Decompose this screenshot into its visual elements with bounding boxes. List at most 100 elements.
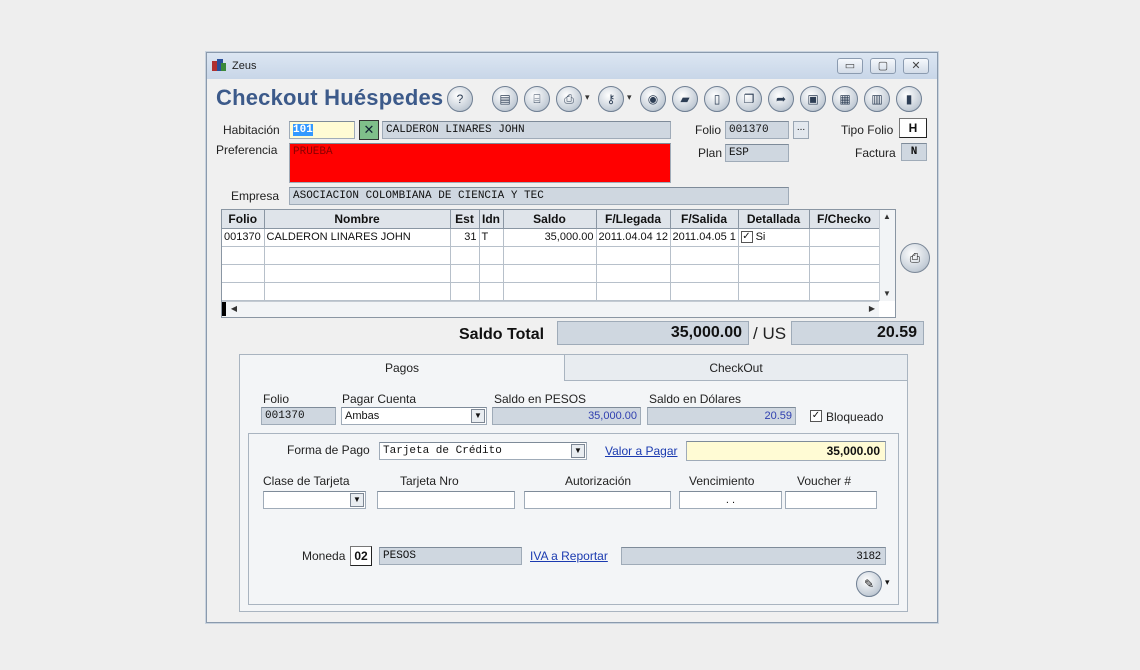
voucher-input[interactable]	[785, 491, 877, 509]
chevron-down-icon[interactable]: ▼	[471, 409, 485, 423]
room-lookup-icon[interactable]: ✕	[359, 120, 379, 140]
detallada-checkbox[interactable]: ✓	[740, 231, 753, 244]
scroll-right-icon[interactable]: ▶	[865, 302, 879, 316]
plan-field: ESP	[725, 144, 789, 162]
guest-name-field: CALDERON LINARES JOHN	[382, 121, 671, 139]
tab-pagos[interactable]: Pagos	[240, 355, 565, 381]
help-button[interactable]: ?	[447, 86, 473, 112]
preferencia-label: Preferencia	[216, 143, 278, 157]
column-header[interactable]: Detallada	[738, 210, 810, 229]
chevron-down-icon[interactable]: ▼	[350, 493, 364, 507]
document-icon[interactable]: ▥	[864, 86, 890, 112]
page-title: Checkout Huéspedes	[216, 85, 444, 110]
table-row[interactable]: 001370 CALDERON LINARES JOHN 31 T 35,000…	[222, 228, 880, 247]
grid-vertical-scrollbar[interactable]: ▲ ▼	[879, 210, 895, 301]
column-header[interactable]: Idn	[479, 210, 504, 229]
card-icon[interactable]: ▯	[704, 86, 730, 112]
folio-field: 001370	[725, 121, 789, 139]
valor-pagar-link[interactable]: Valor a Pagar	[605, 444, 678, 458]
saldo-total-pesos: 35,000.00	[557, 321, 749, 345]
table-cell: CALDERON LINARES JOHN	[264, 228, 451, 247]
table-cell: 2011.04.04 12	[596, 228, 671, 247]
print-grid-button[interactable]: ⎙	[900, 243, 930, 273]
tipo-folio-label: Tipo Folio	[841, 123, 894, 137]
list-icon[interactable]: ▤	[492, 86, 518, 112]
scroll-up-icon[interactable]: ▲	[880, 210, 894, 224]
column-header[interactable]: Saldo	[503, 210, 597, 229]
saldo-pesos-field: 35,000.00	[492, 407, 641, 425]
record-icon[interactable]: ◉	[640, 86, 666, 112]
voucher-label: Voucher #	[797, 474, 852, 488]
iva-reportar-link[interactable]: IVA a Reportar	[530, 549, 608, 563]
payment-details-panel: Forma de Pago Tarjeta de Crédito ▼ Valor…	[248, 433, 899, 605]
table-row[interactable]	[222, 282, 880, 301]
habitacion-input[interactable]: 101	[289, 121, 355, 139]
print-icon[interactable]: ⎙	[556, 86, 582, 112]
table-cell[interactable]: ✓ Si	[738, 228, 810, 247]
folder-open-icon[interactable]: ⌸	[524, 86, 550, 112]
column-header[interactable]: Folio	[222, 210, 265, 229]
table-row[interactable]	[222, 264, 880, 283]
plan-label: Plan	[698, 146, 723, 160]
exit-icon[interactable]: ▮	[896, 86, 922, 112]
column-header[interactable]: F/Llegada	[596, 210, 671, 229]
table-header-row: Folio Nombre Est Idn Saldo F/Llegada F/S…	[222, 210, 880, 229]
table-cell: T	[479, 228, 504, 247]
print-menu-arrow-icon[interactable]: ▾	[585, 92, 590, 103]
close-button[interactable]: ✕	[903, 58, 929, 74]
scroll-left-icon[interactable]: ◀	[227, 302, 241, 316]
currency-separator: / US	[753, 324, 787, 343]
key-icon[interactable]: ⚷	[598, 86, 624, 112]
maximize-button[interactable]: ▢	[870, 58, 896, 74]
moneda-name-field: PESOS	[379, 547, 522, 565]
bookmark-icon[interactable]: ▰	[672, 86, 698, 112]
saldo-total-label: Saldo Total	[459, 326, 545, 343]
habitacion-label: Habitación	[223, 123, 280, 137]
pagos-folio-field: 001370	[261, 407, 336, 425]
pagos-folio-label: Folio	[263, 392, 290, 406]
factura-field[interactable]: N	[901, 143, 927, 161]
table-cell: 2011.04.05 1	[670, 228, 739, 247]
table-row[interactable]	[222, 246, 880, 265]
grid-horizontal-scrollbar[interactable]: ◀ ▶	[222, 301, 879, 317]
pagar-cuenta-label: Pagar Cuenta	[342, 392, 417, 406]
forma-pago-select[interactable]: Tarjeta de Crédito	[379, 442, 587, 460]
chevron-down-icon[interactable]: ▼	[571, 444, 585, 458]
clase-tarjeta-label: Clase de Tarjeta	[263, 474, 350, 488]
edit-icon: ✎	[863, 577, 875, 591]
edit-menu-arrow-icon[interactable]: ▾	[885, 577, 890, 588]
scroll-down-icon[interactable]: ▼	[880, 287, 894, 301]
title-bar: Zeus ▭ ▢ ✕	[207, 53, 937, 79]
autorizacion-input[interactable]	[524, 491, 671, 509]
copy-icon[interactable]: ❐	[736, 86, 762, 112]
save-icon[interactable]: ▦	[832, 86, 858, 112]
preferencia-field[interactable]: PRUEBA	[289, 143, 671, 183]
pagar-cuenta-select[interactable]: Ambas	[341, 407, 487, 425]
tarjeta-nro-input[interactable]	[377, 491, 515, 509]
tab-checkout[interactable]: CheckOut	[565, 355, 907, 381]
moneda-label: Moneda	[302, 549, 346, 563]
column-header[interactable]: Est	[450, 210, 480, 229]
saldo-pesos-label: Saldo en PESOS	[494, 392, 587, 406]
column-header[interactable]: F/Salida	[670, 210, 739, 229]
window-title: Zeus	[232, 60, 257, 72]
table-cell	[809, 228, 880, 247]
minimize-button[interactable]: ▭	[837, 58, 863, 74]
tipo-folio-field[interactable]: H	[899, 118, 927, 138]
scroll-thumb[interactable]	[222, 302, 226, 316]
bloqueado-checkbox[interactable]: ✓	[810, 410, 822, 422]
forward-icon[interactable]: ➦	[768, 86, 794, 112]
printer-icon: ⎙	[909, 250, 921, 265]
column-header[interactable]: Nombre	[264, 210, 451, 229]
vencimiento-input[interactable]: . .	[679, 491, 782, 509]
detallada-value: Si	[755, 230, 766, 243]
key-menu-arrow-icon[interactable]: ▾	[627, 92, 632, 103]
edit-button[interactable]: ✎	[856, 571, 882, 597]
valor-pagar-field[interactable]: 35,000.00	[686, 441, 886, 461]
folio-lookup-button[interactable]: ...	[793, 121, 809, 139]
folio-grid: Folio Nombre Est Idn Saldo F/Llegada F/S…	[221, 209, 896, 318]
vencimiento-label: Vencimiento	[689, 474, 755, 488]
column-header[interactable]: F/Checko	[809, 210, 880, 229]
moneda-code-field[interactable]: 02	[350, 546, 372, 566]
window-icon[interactable]: ▣	[800, 86, 826, 112]
